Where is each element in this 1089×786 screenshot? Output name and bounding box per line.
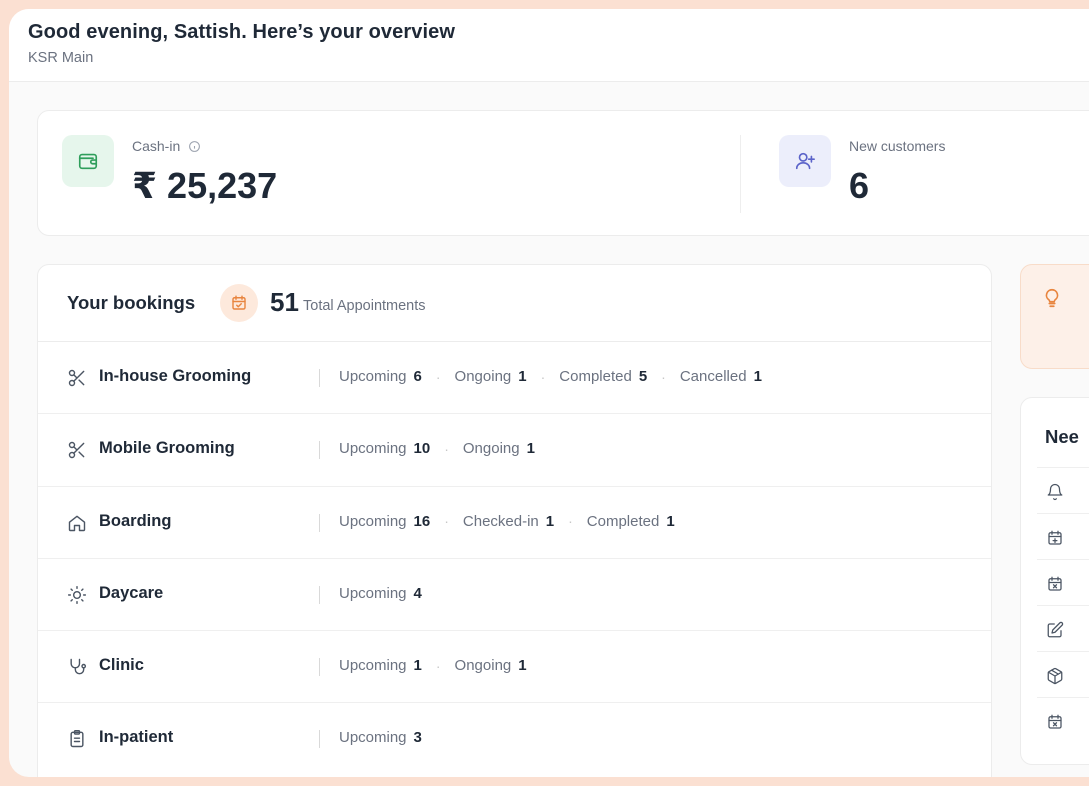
status-chips: Upcoming 16 · Checked-in 1 · Completed 1 [339,512,675,530]
sun-icon [67,585,87,604]
needs-item[interactable] [1037,513,1089,559]
new-customers-label: New customers [849,138,946,154]
needs-attention-card: Nee [1020,397,1089,765]
cash-in-label: Cash-in [132,138,181,154]
total-appointments-label: Total Appointments [303,298,426,314]
needs-item[interactable] [1037,559,1089,605]
stats-card: Cash-in ₹ 25,237 New customers 6 [37,110,1089,236]
booking-row-clinic[interactable]: Clinic Upcoming 1 · Ongoing 1 [38,631,991,704]
booking-row-label: Daycare [99,583,164,602]
page-header: Good evening, Sattish. Here’s your overv… [9,9,1089,82]
scissors-icon [68,442,85,459]
stethoscope-icon [70,658,87,675]
booking-row-label: Clinic [99,656,144,675]
needs-item[interactable] [1037,467,1089,513]
home-icon [68,515,86,531]
needs-item[interactable] [1037,697,1089,743]
status-chips: Upcoming 6 · Ongoing 1 · Completed 5 · Canc… [339,368,762,385]
booking-row-daycare[interactable]: Daycare Upcoming 4 [38,559,991,632]
booking-row-label: In-house Grooming [99,367,252,385]
edit-icon [1047,621,1064,638]
status-chips: Upcoming 3 [339,729,422,747]
cash-in-value: ₹ 25,237 [132,165,278,206]
calendar-check-icon [220,284,258,322]
bookings-title: Your bookings [67,292,196,313]
user-plus-icon [779,135,831,187]
booking-row-mobile-grooming[interactable]: Mobile Grooming Upcoming 10 · Ongoing 1 [38,414,991,487]
wallet-icon [62,135,114,187]
booking-row-in-patient[interactable]: In-patient Upcoming 3 [38,703,991,775]
booking-row-label: In-patient [99,728,174,747]
status-chips: Upcoming 4 [339,584,422,602]
lightbulb-icon [1045,288,1059,308]
booking-row-boarding[interactable]: Boarding Upcoming 16 · Checked-in 1 · Comp… [38,487,991,559]
booking-row-label: Mobile Grooming [99,439,235,458]
total-appointments-count: 51 [270,287,299,317]
calendar-plus-icon [1048,530,1062,545]
bell-icon [1047,483,1063,501]
status-chips: Upcoming 10 · Ongoing 1 [339,440,535,458]
needs-title: Nee [1045,426,1079,447]
booking-row-in-house-grooming[interactable]: In-house Grooming Upcoming 6 · Ongoing 1 ·… [38,342,991,415]
app-frame: Good evening, Sattish. Here’s your overv… [9,9,1089,777]
needs-item[interactable] [1037,605,1089,651]
info-icon[interactable] [188,140,201,153]
package-icon [1047,667,1063,685]
bookings-header: Your bookings 51 Total Appointments [38,265,991,342]
location-name: KSR Main [28,50,94,66]
scissors-icon [68,369,85,387]
bookings-card: Your bookings 51 Total Appointments In-h… [37,264,992,777]
calendar-x-icon [1048,576,1062,591]
calendar-x-icon [1048,714,1062,729]
status-chips: Upcoming 1 · Ongoing 1 [339,657,527,675]
clipboard-icon [70,730,84,748]
page-title: Good evening, Sattish. Here’s your overv… [28,21,456,43]
booking-row-label: Boarding [99,511,172,530]
new-customers-value: 6 [849,165,870,206]
tip-card[interactable] [1020,264,1089,369]
stat-divider [740,135,741,213]
needs-item[interactable] [1037,651,1089,697]
